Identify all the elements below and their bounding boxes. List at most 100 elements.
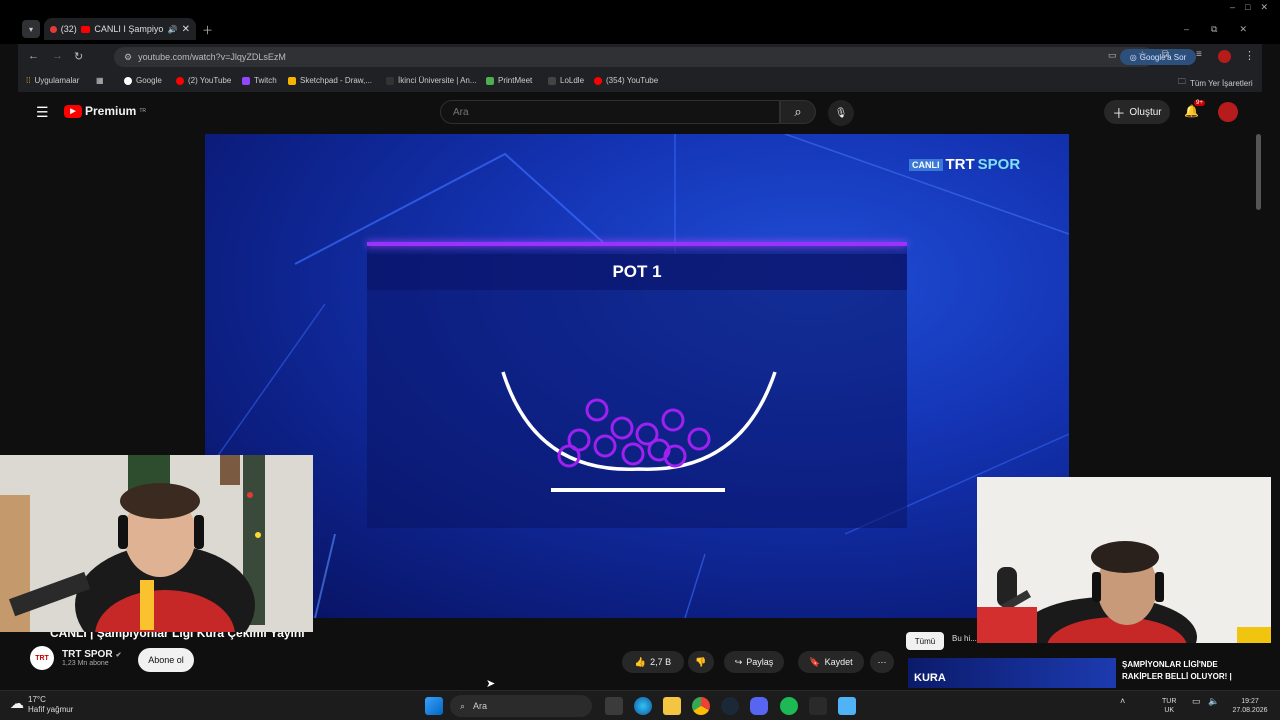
search-button[interactable]: ⌕ xyxy=(780,100,816,124)
weather-widget[interactable]: ☁ 17°C Hafif yağmur xyxy=(10,695,73,715)
menu-dots-icon[interactable]: ⋮ xyxy=(1244,49,1255,62)
bookmark-sketchpad[interactable]: Sketchpad - Draw,... xyxy=(288,76,372,85)
like-count: 2,7 B xyxy=(650,657,672,667)
google-ask-button[interactable]: ◎ Google'a Sor xyxy=(1120,49,1196,65)
spor-label: SPOR xyxy=(977,156,1021,173)
create-button[interactable]: ＋ Oluştur xyxy=(1104,100,1170,124)
taskbar-search[interactable]: ⌕ Ara xyxy=(450,695,592,717)
network-icon[interactable]: ▭ xyxy=(1192,697,1201,706)
more-actions-button[interactable]: ⋯ xyxy=(870,651,894,673)
bookmark-label: Twitch xyxy=(254,76,277,85)
forward-icon[interactable]: → xyxy=(52,50,63,62)
bookmark-youtube-2[interactable]: (2) YouTube xyxy=(176,76,231,85)
bookmarks-bar: ⁞⁞ Uygulamalar ▦ Google (2) YouTube Twitc… xyxy=(18,70,1262,92)
bookmark-label: Tüm Yer İşaretleri xyxy=(1190,78,1253,88)
reload-icon[interactable]: ↻ xyxy=(74,50,83,63)
chrome-icon[interactable] xyxy=(692,697,710,715)
minimize-icon[interactable]: – xyxy=(1230,2,1235,13)
tab-list-button[interactable]: ▾ xyxy=(22,20,40,38)
spotify-icon[interactable] xyxy=(780,697,798,715)
notifications-button[interactable]: 🔔 9+ xyxy=(1184,100,1205,118)
notepad-icon[interactable] xyxy=(838,697,856,715)
tray-chevron-icon[interactable]: ˄ xyxy=(1120,697,1125,706)
grid-icon: ▦ xyxy=(96,76,104,85)
bookmark-apps[interactable]: ⁞⁞ Uygulamalar xyxy=(26,76,79,85)
weather-cloud-icon: ☁ xyxy=(10,695,24,711)
close-icon[interactable]: ✕ xyxy=(1239,24,1247,35)
like-button[interactable]: 👍 2,7 B xyxy=(622,651,684,673)
minimize-icon[interactable]: – xyxy=(1184,24,1189,35)
steam-icon[interactable] xyxy=(721,697,739,715)
bookmark-google[interactable]: Google xyxy=(124,76,162,85)
youtube-favicon-icon xyxy=(80,25,91,33)
recommended-title[interactable]: ŞAMPİYONLAR LİGİ'NDE RAKİPLER BELLİ OLUY… xyxy=(1122,659,1240,683)
bookmark-university[interactable]: İkinci Üniversite | An... xyxy=(386,76,477,85)
bookmark-youtube-354[interactable]: (354) YouTube xyxy=(594,76,658,85)
windows-start-icon[interactable] xyxy=(425,697,443,715)
bookmark-grid[interactable]: ▦ xyxy=(96,76,104,85)
hamburger-menu-icon[interactable]: ☰ xyxy=(36,104,49,121)
bookmark-loldle[interactable]: LoLdle xyxy=(548,76,584,85)
youtube-play-icon: ▶ xyxy=(64,104,82,118)
channel-name[interactable]: TRT SPOR xyxy=(62,649,113,660)
share-button[interactable]: ↪ Paylaş xyxy=(724,651,784,673)
dislike-button[interactable]: 👎 xyxy=(688,651,714,673)
account-avatar[interactable] xyxy=(1218,102,1238,122)
speaker-icon[interactable]: 🔊 xyxy=(168,25,178,34)
maximize-icon[interactable]: □ xyxy=(1245,2,1250,13)
browser-tab-active[interactable]: (32) CANLI I Şampiyon... 🔊 ✕ xyxy=(44,18,196,40)
draw-balls xyxy=(557,398,711,468)
site-info-icon[interactable]: ⚙ xyxy=(124,52,132,63)
thumbnail-text: KURA xyxy=(914,672,946,684)
search-input[interactable]: Ara xyxy=(440,100,780,124)
restore-icon[interactable]: ⧉ xyxy=(1211,24,1217,35)
save-button[interactable]: 🔖 Kaydet xyxy=(798,651,864,673)
channel-info[interactable]: TRT TRT SPOR ✔ 1,23 Mn abone xyxy=(30,646,121,670)
extensions-icon[interactable]: ⧉ xyxy=(1162,49,1169,60)
voice-search-button[interactable]: 🎙 xyxy=(828,100,854,126)
back-icon[interactable]: ← xyxy=(28,50,39,62)
file-explorer-icon[interactable] xyxy=(663,697,681,715)
streamer-illustration xyxy=(0,455,313,632)
epic-games-icon[interactable] xyxy=(809,697,827,715)
subscribe-button[interactable]: Abone ol xyxy=(138,648,194,672)
microphone-icon: 🎙 xyxy=(834,107,848,119)
bookmark-star-icon[interactable]: ☆ xyxy=(1138,50,1147,61)
youtube-icon xyxy=(594,76,602,85)
create-label: Oluştur xyxy=(1129,106,1162,118)
task-view-icon[interactable] xyxy=(605,697,623,715)
volume-icon[interactable]: 🔈 xyxy=(1208,697,1219,706)
bookmark-printmeet[interactable]: PrintMeet xyxy=(486,76,532,85)
clock[interactable]: 19:27 27.08.2026 xyxy=(1226,697,1274,715)
chip-all[interactable]: Tümü xyxy=(906,632,944,650)
all-bookmarks[interactable]: 🗀 Tüm Yer İşaretleri xyxy=(1178,76,1253,90)
video-player[interactable]: CANLI TRT SPOR POT 1 xyxy=(205,134,1069,618)
youtube-logo[interactable]: ▶ Premium TR xyxy=(64,104,146,118)
discord-icon[interactable] xyxy=(750,697,768,715)
bookmark-twitch[interactable]: Twitch xyxy=(242,76,277,85)
language-indicator[interactable]: TUR UK xyxy=(1162,697,1176,715)
page-scrollbar[interactable] xyxy=(1256,134,1261,210)
cast-icon[interactable]: ▭ xyxy=(1108,50,1117,61)
new-tab-button[interactable]: ＋ xyxy=(202,22,213,38)
bookmark-label: Sketchpad - Draw,... xyxy=(300,76,373,85)
draw-bowl xyxy=(501,371,777,492)
channel-avatar[interactable]: TRT xyxy=(30,646,54,670)
url-field[interactable]: ⚙ youtube.com/watch?v=JlqyZDLsEzM ◎ Goog… xyxy=(114,47,1196,67)
edge-icon[interactable] xyxy=(634,697,652,715)
subscriber-count: 1,23 Mn abone xyxy=(62,660,109,667)
chip-next[interactable]: Bu hi... xyxy=(952,634,977,643)
tab-count: (32) xyxy=(60,24,77,34)
profile-avatar[interactable] xyxy=(1218,50,1231,63)
pot-header-line xyxy=(367,242,907,246)
trt-label: TRT xyxy=(945,156,975,173)
bookmark-label: LoLdle xyxy=(560,76,585,85)
media-icon[interactable]: ≡ xyxy=(1196,49,1202,60)
close-icon[interactable]: ✕ xyxy=(1260,2,1268,13)
chevron-down-icon: ▾ xyxy=(28,24,33,34)
tab-close-icon[interactable]: ✕ xyxy=(182,24,190,35)
streamer-illustration xyxy=(977,477,1271,643)
notification-badge: 9+ xyxy=(1194,100,1205,106)
verified-icon: ✔ xyxy=(115,651,122,659)
recommended-thumbnail[interactable]: KURA xyxy=(908,658,1116,688)
